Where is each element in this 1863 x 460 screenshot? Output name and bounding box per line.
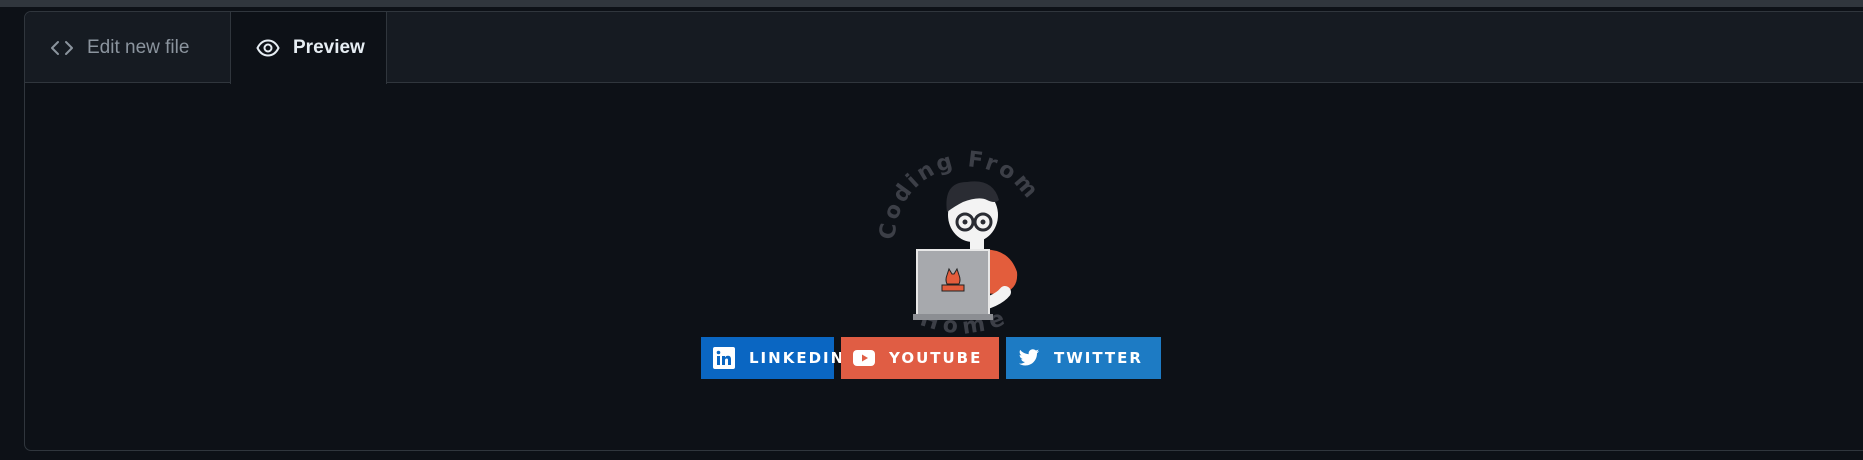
tab-preview[interactable]: Preview xyxy=(230,12,387,84)
linkedin-icon xyxy=(713,347,735,369)
file-editor-panel: Edit new file Preview Coding From Home L… xyxy=(24,11,1863,451)
social-badges: LINKEDIN YOUTUBE TWITTER xyxy=(701,337,1161,379)
twitter-icon xyxy=(1018,347,1040,369)
linkedin-label: LINKEDIN xyxy=(749,349,846,367)
tab-edit-new-file[interactable]: Edit new file xyxy=(25,12,230,83)
youtube-badge[interactable]: YOUTUBE xyxy=(841,337,999,379)
preview-content: Coding From Home LINKEDIN YOUTUBE TWITTE… xyxy=(25,83,1863,450)
code-icon xyxy=(49,35,75,61)
twitter-badge[interactable]: TWITTER xyxy=(1006,337,1161,379)
window-top-border xyxy=(0,0,1863,7)
editor-tab-bar: Edit new file Preview xyxy=(25,12,1863,84)
youtube-icon xyxy=(853,347,875,369)
tab-preview-label: Preview xyxy=(293,37,365,58)
coding-from-home-illustration: Coding From Home xyxy=(867,142,1057,352)
linkedin-badge[interactable]: LINKEDIN xyxy=(701,337,843,379)
youtube-label: YOUTUBE xyxy=(889,349,983,367)
tab-edit-label: Edit new file xyxy=(87,36,190,58)
twitter-label: TWITTER xyxy=(1054,349,1143,367)
eye-icon xyxy=(255,35,281,61)
